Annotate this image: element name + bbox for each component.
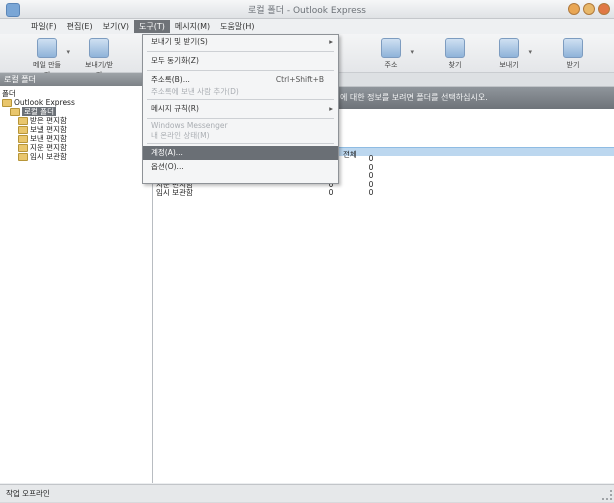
menu-separator	[147, 118, 334, 119]
tools-menu-item: 내 온라인 상태(M)	[143, 131, 338, 141]
menu-separator	[147, 99, 334, 100]
addresses-label: 주소	[384, 61, 398, 69]
addresses-button[interactable]: 주소 ▾	[374, 38, 414, 70]
receive-icon	[563, 38, 583, 58]
tools-menu-item-label: 주소록(B)...	[151, 75, 190, 84]
menu-separator	[147, 51, 334, 52]
folder-tree-item[interactable]: 받은 편지함	[2, 116, 75, 125]
folder-tree-item[interactable]: 임시 보관함	[2, 152, 75, 161]
folder-name-cell: 임시 보관함	[156, 188, 193, 197]
tools-menu-item-label: Windows Messenger	[151, 121, 228, 130]
chevron-down-icon[interactable]: ▾	[410, 48, 414, 56]
menu-4[interactable]: 메시지(M)	[170, 20, 215, 33]
shortcut-label: Ctrl+Shift+B	[275, 75, 324, 84]
tools-menu-item-label: 보내기 및 받기(S)	[151, 37, 208, 46]
receive-label: 받기	[566, 61, 580, 69]
menu-3[interactable]: 도구(T)	[134, 20, 170, 33]
title-bar[interactable]: 로컬 폴더 - Outlook Express	[0, 0, 614, 19]
tools-menu-item[interactable]: 보내기 및 받기(S) ▸	[143, 35, 338, 49]
folder-tree-item[interactable]: 로컬 폴더	[2, 107, 75, 116]
tools-menu-item[interactable]: 계정(A)...	[143, 146, 338, 160]
find-button[interactable]: 찾기	[438, 38, 472, 70]
list-item[interactable]: 임시 보관함 0 0	[156, 188, 386, 198]
menu-separator	[147, 70, 334, 71]
folder-tree-label: 받은 편지함	[30, 116, 67, 125]
resize-grip-icon[interactable]	[602, 490, 612, 500]
chevron-down-icon[interactable]: ▾	[66, 48, 70, 56]
minimize-button[interactable]	[568, 3, 580, 15]
menu-bar: 파일(F) 편집(E) 보기(V) 도구(T) 메시지(M) 도움말(H)	[0, 19, 614, 34]
unread-count-cell: 0	[328, 188, 334, 197]
folder-tree-label: 로컬 폴더	[22, 107, 56, 116]
folder-tree-label: 임시 보관함	[30, 152, 67, 161]
status-bar: 작업 오프라인	[0, 484, 614, 502]
folder-tree-item[interactable]: 보낼 편지함	[2, 125, 75, 134]
chevron-down-icon[interactable]: ▾	[528, 48, 532, 56]
folder-icon	[18, 125, 28, 134]
folder-tree-label: 보낸 편지함	[30, 134, 67, 143]
menu-1[interactable]: 편집(E)	[62, 20, 98, 33]
tools-menu-item[interactable]: 메시지 규칙(R) ▸	[143, 102, 338, 116]
folder-pane-header: 로컬 폴더	[0, 73, 152, 86]
create-mail-icon	[37, 38, 57, 58]
tools-menu-item[interactable]: 옵션(O)...	[143, 160, 338, 174]
menu-2[interactable]: 보기(V)	[98, 20, 134, 33]
tools-menu-item-label: 계정(A)...	[151, 148, 183, 157]
submenu-arrow-icon: ▸	[329, 104, 333, 113]
folder-icon	[18, 152, 28, 161]
folder-tree-item[interactable]: Outlook Express	[2, 98, 75, 107]
folder-icon	[18, 116, 28, 125]
tools-menu-item-label: 내 온라인 상태(M)	[151, 131, 210, 140]
menu-separator	[147, 143, 334, 144]
tools-menu-item[interactable]: 주소록(B)... Ctrl+Shift+B	[143, 73, 338, 87]
send-label: 보내기	[499, 61, 519, 69]
folder-tree-label: 지운 편지함	[30, 143, 67, 152]
folder-tree-item[interactable]: 지운 편지함	[2, 143, 75, 152]
send-button[interactable]: 보내기 ▾	[492, 38, 532, 70]
menu-5[interactable]: 도움말(H)	[215, 20, 259, 33]
status-text: 작업 오프라인	[6, 489, 50, 498]
tools-menu-item: 주소록에 보낸 사람 추가(D)	[143, 87, 338, 97]
tools-menu-item: Windows Messenger	[143, 121, 338, 131]
window-title: 로컬 폴더 - Outlook Express	[248, 6, 366, 16]
outlook-express-window: 로컬 폴더 - Outlook Express 파일(F) 편집(E) 보기(V) 도…	[0, 0, 614, 502]
tools-menu-dropdown: 보내기 및 받기(S) ▸ 모두 동기화(Z) 주소록(B)... Ctrl+Shift…	[142, 34, 339, 184]
folder-icon	[18, 143, 28, 152]
tools-menu-item-label: 옵션(O)...	[151, 162, 184, 171]
folders-root-label: 폴더	[2, 89, 16, 98]
find-icon	[445, 38, 465, 58]
folder-pane: 로컬 폴더 폴더 Outlook Express 로컬 폴더 받은 편지함 보낼 편지…	[0, 73, 153, 483]
tools-menu-item-label: 모두 동기화(Z)	[151, 56, 199, 65]
close-button[interactable]	[598, 3, 610, 15]
send-receive-icon	[89, 38, 109, 58]
address-book-icon	[381, 38, 401, 58]
folder-icon	[2, 98, 12, 107]
maximize-button[interactable]	[583, 3, 595, 15]
folder-tree: 폴더 Outlook Express 로컬 폴더 받은 편지함 보낼 편지함 보낸 편지…	[2, 89, 75, 161]
tools-menu-item-label: 메시지 규칙(R)	[151, 104, 199, 113]
send-icon	[499, 38, 519, 58]
tools-menu-item[interactable]: 모두 동기화(Z)	[143, 54, 338, 68]
total-count-cell: 0	[368, 188, 374, 197]
submenu-arrow-icon: ▸	[329, 37, 333, 46]
folder-tree-item[interactable]: 보낸 편지함	[2, 134, 75, 143]
folder-icon	[10, 107, 20, 116]
folder-tree-label: 보낼 편지함	[30, 125, 67, 134]
receive-button[interactable]: 받기	[556, 38, 590, 70]
tools-menu-item-label: 주소록에 보낸 사람 추가(D)	[151, 87, 239, 96]
menu-0[interactable]: 파일(F)	[26, 20, 62, 33]
folders-root: 폴더	[2, 89, 75, 98]
folder-tree-label: Outlook Express	[14, 98, 75, 107]
find-label: 찾기	[448, 61, 462, 69]
folder-icon	[18, 134, 28, 143]
